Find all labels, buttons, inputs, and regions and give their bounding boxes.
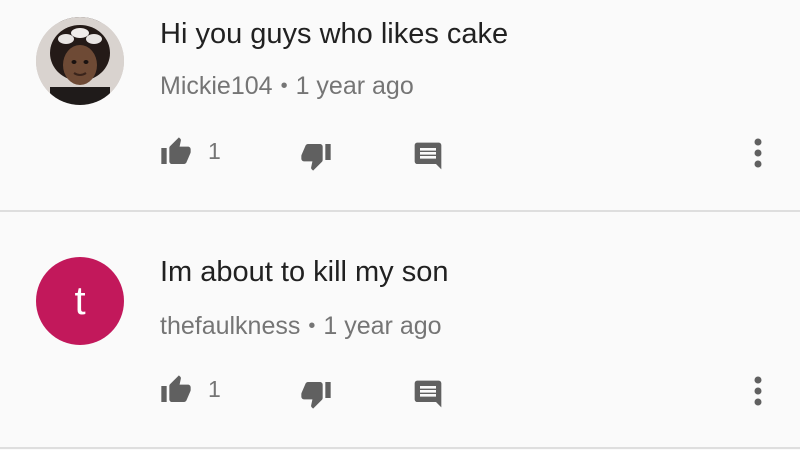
avatar[interactable]: t bbox=[36, 257, 124, 345]
more-vertical-icon[interactable] bbox=[750, 374, 766, 408]
comment-text: Hi you guys who likes cake bbox=[160, 18, 509, 50]
more-vertical-icon[interactable] bbox=[750, 136, 766, 170]
comment-timestamp[interactable]: 1 year ago bbox=[323, 312, 441, 340]
like-count: 1 bbox=[208, 376, 221, 402]
like-count: 1 bbox=[208, 138, 221, 164]
thumb-down-icon[interactable] bbox=[300, 140, 332, 172]
divider bbox=[0, 447, 800, 449]
comment-list: Hi you guys who likes cake Mickie104 • 1 y… bbox=[0, 0, 800, 450]
avatar-photo-icon bbox=[36, 17, 124, 105]
author-name[interactable]: Mickie104 bbox=[160, 72, 273, 100]
comment-text: Im about to kill my son bbox=[160, 256, 449, 288]
comment-meta: thefaulkness • 1 year ago bbox=[160, 312, 442, 341]
reply-comment-icon[interactable] bbox=[412, 140, 444, 172]
comment-meta: Mickie104 • 1 year ago bbox=[160, 72, 414, 101]
reply-comment-icon[interactable] bbox=[412, 378, 444, 410]
thumb-down-icon[interactable] bbox=[300, 378, 332, 410]
meta-separator: • bbox=[308, 315, 316, 337]
avatar-letter: t bbox=[74, 278, 86, 323]
avatar[interactable] bbox=[36, 17, 124, 105]
comment-item: t Im about to kill my son thefaulkness • 1… bbox=[0, 211, 800, 450]
meta-separator: • bbox=[280, 75, 288, 97]
author-name[interactable]: thefaulkness bbox=[160, 312, 300, 340]
comment-item: Hi you guys who likes cake Mickie104 • 1 y… bbox=[0, 0, 800, 211]
comment-timestamp[interactable]: 1 year ago bbox=[296, 72, 414, 100]
thumb-up-icon[interactable] bbox=[160, 374, 192, 406]
thumb-up-icon[interactable] bbox=[160, 136, 192, 168]
